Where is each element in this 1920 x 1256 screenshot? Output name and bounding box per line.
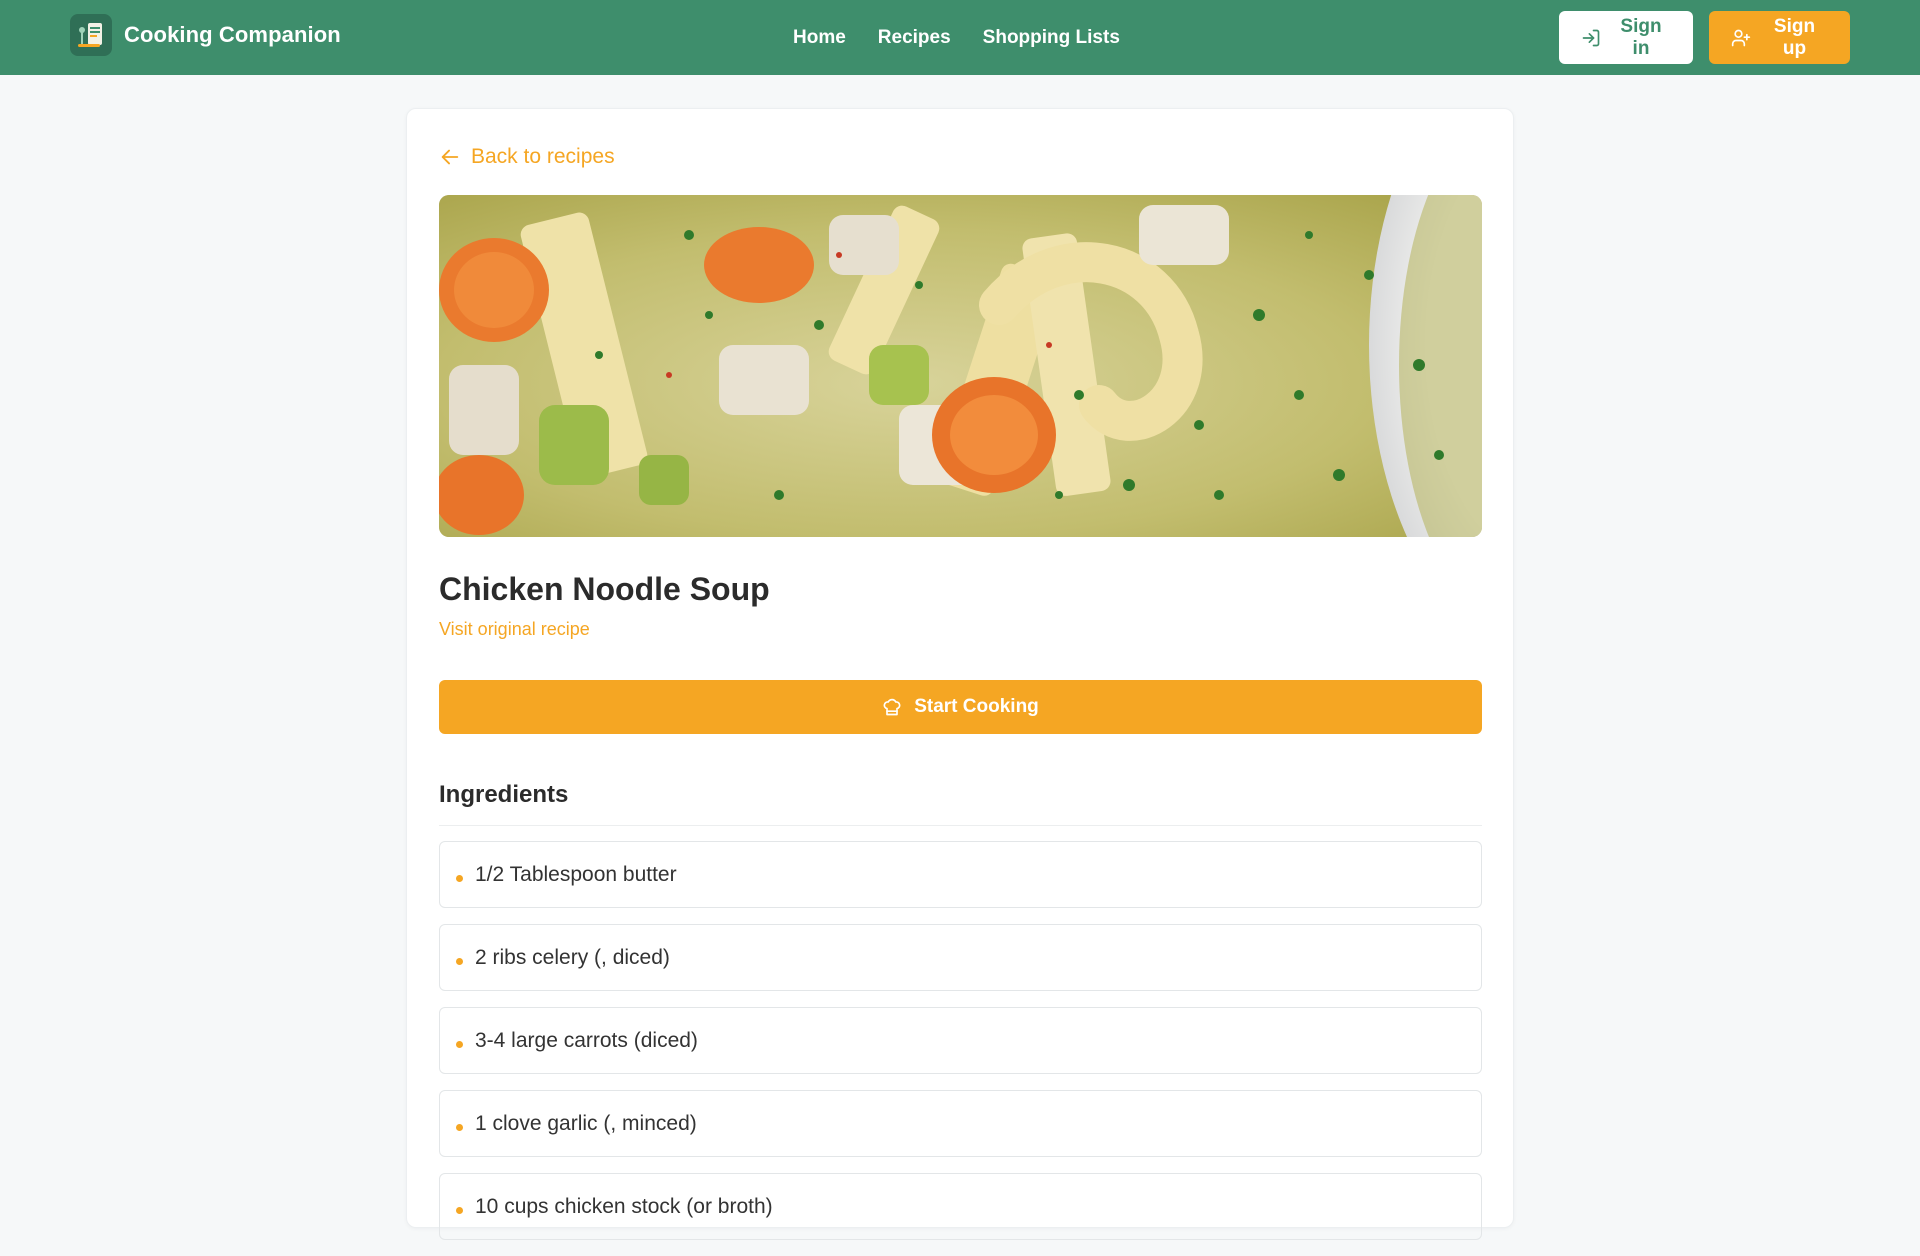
bullet-icon: [456, 1207, 463, 1214]
sign-in-label: Sign in: [1620, 15, 1662, 59]
ingredient-item: 1 clove garlic (, minced): [439, 1090, 1482, 1157]
back-to-recipes-link[interactable]: Back to recipes: [439, 145, 615, 169]
bullet-icon: [456, 958, 463, 965]
ingredient-item: 10 cups chicken stock (or broth): [439, 1173, 1482, 1240]
sign-up-label: Sign up: [1773, 15, 1816, 59]
ingredients-list: 1/2 Tablespoon butter 2 ribs celery (, d…: [439, 841, 1482, 1256]
ingredient-text: 1 clove garlic (, minced): [475, 1111, 697, 1135]
visit-original-recipe-link[interactable]: Visit original recipe: [439, 619, 590, 640]
nav-recipes[interactable]: Recipes: [878, 27, 951, 49]
ingredient-item: 2 ribs celery (, diced): [439, 924, 1482, 991]
brand-link[interactable]: Cooking Companion: [70, 14, 341, 56]
brand-name: Cooking Companion: [124, 22, 341, 47]
nav-home[interactable]: Home: [793, 27, 846, 49]
chef-hat-icon: [883, 698, 901, 716]
sign-up-button[interactable]: Sign up: [1709, 11, 1850, 64]
recipe-hero-image: [439, 195, 1482, 537]
app-logo-icon: [70, 14, 112, 56]
ingredients-heading: Ingredients: [439, 781, 569, 808]
top-navbar: Cooking Companion Home Recipes Shopping …: [0, 0, 1920, 75]
ingredient-item: 1/2 Tablespoon butter: [439, 841, 1482, 908]
ingredient-text: 2 ribs celery (, diced): [475, 945, 670, 969]
recipe-card: Back to recipes Chicken Noodle Soup Visi…: [406, 108, 1514, 1240]
ingredient-text: 10 cups chicken stock (or broth): [475, 1194, 773, 1218]
bullet-icon: [456, 875, 463, 882]
main-nav: Home Recipes Shopping Lists: [793, 0, 1120, 75]
user-plus-icon: [1731, 29, 1751, 46]
ingredient-text: 3-4 large carrots (diced): [475, 1028, 698, 1052]
section-divider: [439, 825, 1482, 826]
bullet-icon: [456, 1041, 463, 1048]
arrow-left-icon: [441, 149, 459, 165]
bullet-icon: [456, 1124, 463, 1131]
ingredient-text: 1/2 Tablespoon butter: [475, 862, 677, 886]
sign-in-icon: [1582, 29, 1600, 46]
recipe-title: Chicken Noodle Soup: [439, 571, 770, 607]
nav-shopping-lists[interactable]: Shopping Lists: [983, 27, 1120, 49]
auth-actions: Sign in Sign up: [1559, 11, 1850, 64]
ingredient-item: 3-4 large carrots (diced): [439, 1007, 1482, 1074]
start-cooking-label: Start Cooking: [914, 696, 1039, 717]
sign-in-button[interactable]: Sign in: [1559, 11, 1693, 64]
back-label: Back to recipes: [471, 145, 615, 168]
start-cooking-button[interactable]: Start Cooking: [439, 680, 1482, 734]
